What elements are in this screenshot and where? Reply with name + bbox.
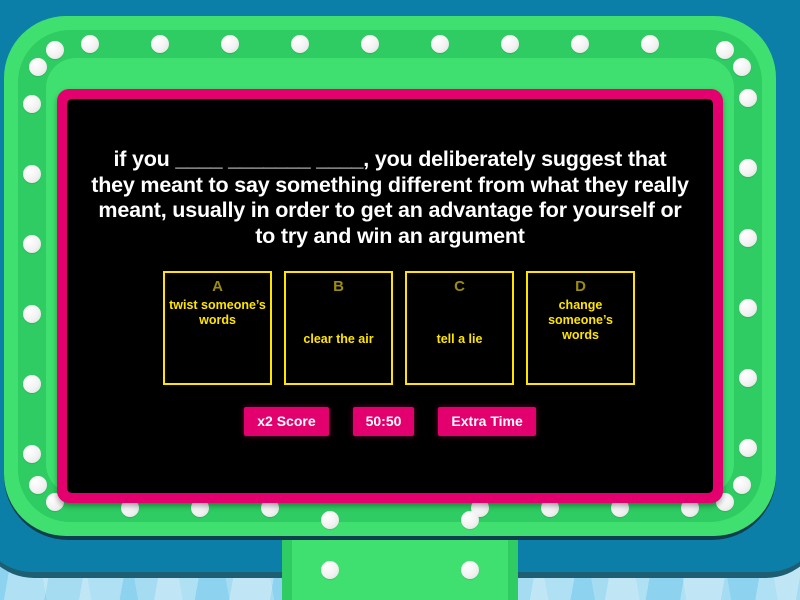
question-text: if you ____ _______ ____, you deliberate… (91, 147, 689, 248)
powerup-bar: x2 Score 50:50 Extra Time (67, 407, 713, 436)
marquee-bulb (23, 95, 41, 113)
answer-text-d: change someone’s words (548, 298, 613, 342)
marquee-bulb (461, 561, 479, 579)
answer-text-b: clear the air (303, 331, 374, 346)
answer-card-list: A twist someone’s words B clear the air … (163, 271, 641, 385)
powerup-extra-time-button[interactable]: Extra Time (438, 407, 536, 436)
marquee-bulb (321, 561, 339, 579)
marquee-bulb (739, 299, 757, 317)
marquee-bulb (739, 439, 757, 457)
answer-card-c[interactable]: C tell a lie (405, 271, 514, 385)
marquee-bulb (23, 445, 41, 463)
marquee-bulb (23, 305, 41, 323)
quiz-game-stage: if you ____ _______ ____, you deliberate… (0, 0, 800, 600)
marquee-bulb (641, 35, 659, 53)
marquee-bulb (501, 35, 519, 53)
marquee-bulb (732, 58, 751, 76)
marquee-bulb (23, 375, 41, 393)
marquee-bulb (571, 35, 589, 53)
question-panel: if you ____ _______ ____, you deliberate… (67, 99, 713, 493)
marquee-bulb (23, 235, 41, 253)
marquee-bulb (739, 89, 757, 107)
answer-card-b[interactable]: B clear the air (284, 271, 393, 385)
marquee-bulb (361, 35, 379, 53)
marquee-bulb (291, 35, 309, 53)
answer-letter-b: B (333, 278, 344, 295)
answer-letter-d: D (575, 278, 586, 295)
marquee-bulb (431, 35, 449, 53)
answer-card-d[interactable]: D change someone’s words (526, 271, 635, 385)
marquee-bulb (739, 369, 757, 387)
answer-letter-c: C (454, 278, 465, 295)
marquee-bulb (739, 229, 757, 247)
marquee-bulb (81, 35, 99, 53)
powerup-fifty-fifty-button[interactable]: 50:50 (352, 407, 415, 436)
marquee-bulb (151, 35, 169, 53)
answer-letter-a: A (212, 278, 223, 295)
answer-text-a: twist someone’s words (169, 298, 266, 327)
marquee-bulb (321, 511, 339, 529)
marquee-bulb (221, 35, 239, 53)
answer-text-c: tell a lie (436, 331, 483, 346)
marquee-bulb (739, 159, 757, 177)
marquee-bulb (23, 165, 41, 183)
marquee-bulb (732, 476, 751, 494)
answer-card-a[interactable]: A twist someone’s words (163, 271, 272, 385)
marquee-bulb (461, 511, 479, 529)
powerup-x2-score-button[interactable]: x2 Score (244, 407, 329, 436)
